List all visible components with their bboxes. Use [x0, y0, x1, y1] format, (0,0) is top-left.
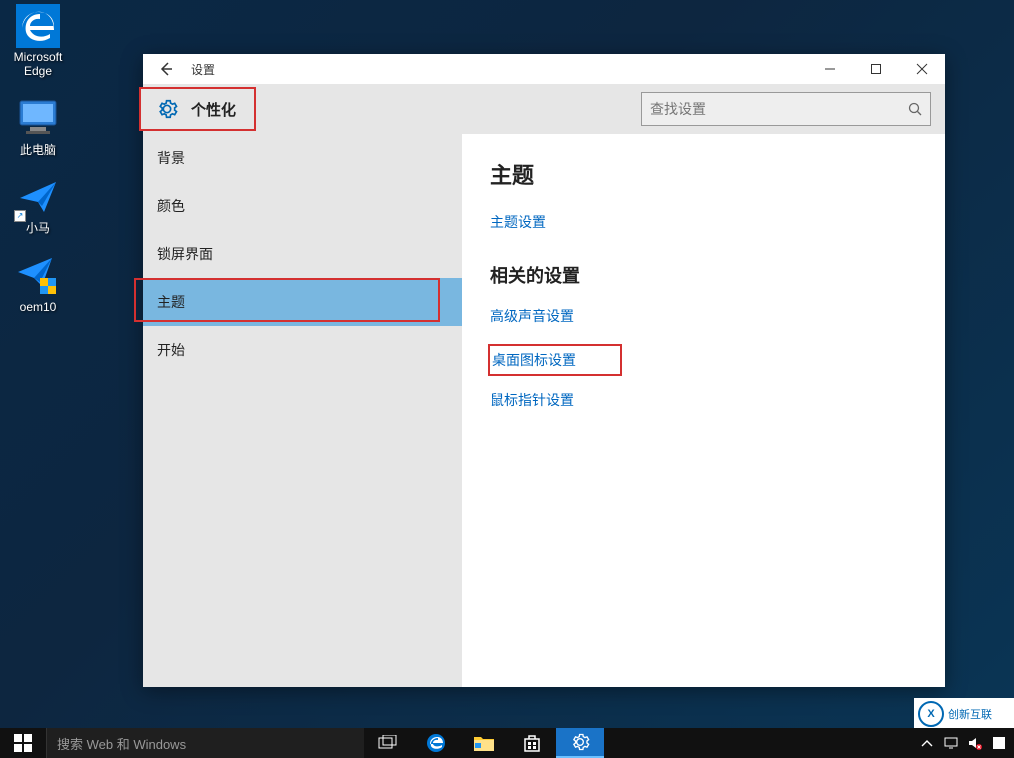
tray-volume-icon[interactable]	[964, 728, 986, 758]
tray-chevron-icon[interactable]	[916, 728, 938, 758]
sidebar-label: 锁屏界面	[157, 244, 213, 264]
computer-icon	[16, 97, 60, 141]
desktop-icon-settings-link[interactable]: 桌面图标设置	[492, 350, 576, 370]
edge-icon	[425, 732, 447, 754]
settings-window: 设置 个性化 背景 颜色 锁屏界面 主题 开始	[143, 54, 945, 687]
sidebar-label: 开始	[157, 340, 185, 360]
explorer-taskbar-button[interactable]	[460, 728, 508, 758]
back-button[interactable]	[143, 54, 189, 84]
maximize-button[interactable]	[853, 54, 899, 84]
related-heading: 相关的设置	[490, 262, 917, 288]
back-arrow-icon	[157, 60, 175, 78]
desktop-icon-xiaoma[interactable]: ↗ 小马	[6, 175, 70, 235]
sidebar-label: 主题	[157, 292, 185, 312]
advanced-sound-link[interactable]: 高级声音设置	[490, 306, 917, 326]
taskview-icon	[378, 735, 398, 751]
window-title: 设置	[191, 61, 215, 78]
titlebar: 设置	[143, 54, 945, 84]
close-button[interactable]	[899, 54, 945, 84]
sidebar: 背景 颜色 锁屏界面 主题 开始	[143, 134, 462, 687]
close-icon	[916, 63, 928, 75]
theme-settings-link[interactable]: 主题设置	[490, 212, 917, 232]
maximize-icon	[870, 63, 882, 75]
oem10-label: oem10	[20, 300, 57, 314]
header-title: 个性化	[191, 99, 236, 120]
desktop-icon-settings-highlight: 桌面图标设置	[488, 344, 622, 376]
xiaoma-label: 小马	[26, 221, 50, 235]
mouse-pointer-link[interactable]: 鼠标指针设置	[490, 390, 917, 410]
search-box[interactable]	[641, 92, 931, 126]
sidebar-item-start[interactable]: 开始	[143, 326, 462, 374]
taskbar-search[interactable]: 搜索 Web 和 Windows	[46, 728, 364, 758]
system-tray	[916, 728, 1014, 758]
sidebar-item-background[interactable]: 背景	[143, 134, 462, 182]
body-area: 背景 颜色 锁屏界面 主题 开始 主题 主题设置 相关的设置 高级声音设置 桌面…	[143, 134, 945, 687]
edge-icon	[16, 4, 60, 48]
minimize-icon	[824, 63, 836, 75]
search-input[interactable]	[650, 101, 908, 117]
sidebar-item-themes[interactable]: 主题	[143, 278, 462, 326]
sidebar-label: 背景	[157, 148, 185, 168]
tray-notifications-icon[interactable]	[988, 728, 1010, 758]
desktop-icon-edge[interactable]: Microsoft Edge	[6, 4, 70, 79]
store-taskbar-button[interactable]	[508, 728, 556, 758]
settings-taskbar-button[interactable]	[556, 728, 604, 758]
thispc-label: 此电脑	[20, 143, 56, 157]
window-controls	[807, 54, 945, 84]
edge-label: Microsoft Edge	[6, 50, 70, 79]
watermark: X 创新互联	[914, 698, 1014, 730]
paperplane-shield-icon	[16, 254, 60, 298]
minimize-button[interactable]	[807, 54, 853, 84]
desktop-icon-oem10[interactable]: oem10	[6, 254, 70, 314]
sidebar-item-colors[interactable]: 颜色	[143, 182, 462, 230]
personalization-header-highlight: 个性化	[139, 87, 256, 131]
tray-network-icon[interactable]	[940, 728, 962, 758]
task-icons	[364, 728, 604, 758]
content-panel: 主题 主题设置 相关的设置 高级声音设置 桌面图标设置 鼠标指针设置	[462, 134, 945, 687]
content-heading: 主题	[490, 158, 917, 190]
watermark-text: 创新互联	[948, 706, 992, 722]
start-button[interactable]	[0, 728, 46, 758]
shortcut-arrow-icon: ↗	[14, 210, 26, 222]
windows-icon	[14, 734, 32, 752]
edge-taskbar-button[interactable]	[412, 728, 460, 758]
watermark-logo-icon: X	[918, 701, 944, 727]
taskbar: 搜索 Web 和 Windows	[0, 728, 1014, 758]
gear-icon	[570, 732, 590, 752]
desktop-icon-thispc[interactable]: 此电脑	[6, 97, 70, 157]
search-icon	[908, 102, 922, 116]
sidebar-item-lockscreen[interactable]: 锁屏界面	[143, 230, 462, 278]
sidebar-label: 颜色	[157, 196, 185, 216]
taskbar-search-placeholder: 搜索 Web 和 Windows	[57, 734, 186, 753]
store-icon	[522, 733, 542, 753]
header-row: 个性化	[143, 84, 945, 134]
desktop-icons: Microsoft Edge 此电脑 ↗ 小马 oem10	[6, 4, 70, 314]
folder-icon	[473, 734, 495, 752]
taskview-button[interactable]	[364, 728, 412, 758]
gear-icon	[155, 97, 179, 121]
